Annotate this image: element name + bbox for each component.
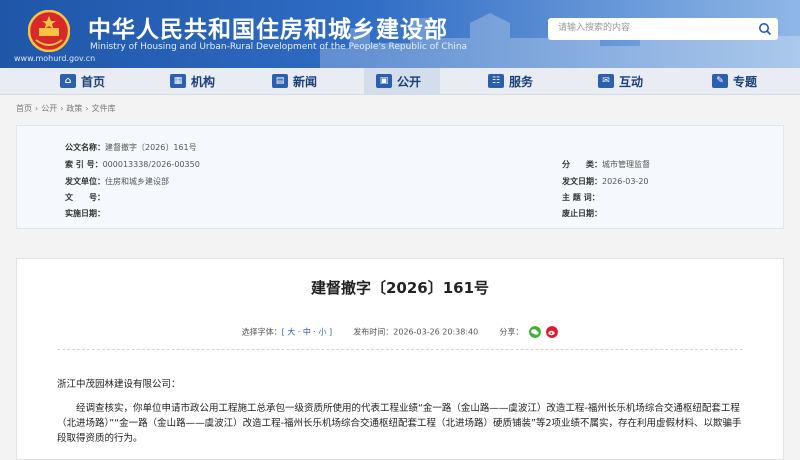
article-panel: 建督撤字〔2026〕161号 选择字体：[ 大 · 中 · 小 ] 发布时间：2… [16,258,784,460]
breadcrumb-library[interactable]: 文件库 [92,104,116,113]
nav-interact[interactable]: ✉ 互动 [598,68,658,94]
breadcrumb-policy[interactable]: 政策 [66,104,82,113]
site-title: 中华人民共和国住房和城乡建设部 [88,17,448,43]
nav-service[interactable]: ☷ 服务 [488,68,548,94]
main-nav: ⌂ 首页 ▦ 机构 ▤ 新闻 ▣ 公开 ☷ 服务 ✉ 互动 ✎ 专题 [0,68,800,95]
nav-open[interactable]: ▣ 公开 [364,68,440,94]
nav-label: 公开 [397,74,422,89]
font-size-label: 选择字体： [241,327,282,337]
publish-time: 2026-03-26 20:38:40 [393,327,479,337]
subject-label: 主 题 词： [562,193,600,202]
site-header: www.mohurd.gov.cn 中华人民共和国住房和城乡建设部 Minist… [0,0,800,68]
issuer-label: 发文单位： [65,177,105,186]
news-icon: ▤ [272,74,288,88]
search-icon[interactable] [758,22,772,36]
org-icon: ▦ [170,74,186,88]
docno-row: 文 号： [65,192,105,203]
search-box [548,18,778,40]
nav-label: 新闻 [293,74,318,89]
article-title: 建督撤字〔2026〕161号 [310,279,490,297]
date-value: 2026-03-20 [602,177,649,186]
meta-divider [57,349,743,350]
nav-home[interactable]: ⌂ 首页 [60,68,120,94]
nav-news[interactable]: ▤ 新闻 [272,68,332,94]
index-row: 索 引 号：000013338/2026-00350 [65,159,200,170]
service-icon: ☷ [488,74,504,88]
search-input[interactable] [556,22,750,34]
nav-label: 机构 [191,74,216,89]
issuer-value: 住房和城乡建设部 [105,177,169,186]
document-info-panel: 公文名称：建督撤字〔2026〕161号 索 引 号：000013338/2026… [16,125,784,229]
breadcrumb-open[interactable]: 公开 [41,104,57,113]
font-size-options[interactable]: [ 大 · 中 · 小 ] [282,328,333,337]
site-subtitle: Ministry of Housing and Urban-Rural Deve… [90,42,468,52]
publish-label: 发布时间： [353,327,394,337]
national-emblem-icon [28,10,70,52]
date-row: 发文日期：2026-03-20 [562,176,649,187]
expire-label: 废止日期： [562,209,602,218]
wechat-share-icon[interactable] [528,326,541,338]
weibo-share-icon[interactable] [546,326,559,338]
index-label: 索 引 号： [65,160,103,169]
breadcrumb: 首页 › 公开 › 政策 › 文件库 [16,104,116,113]
category-row: 分 类：城市管理监督 [562,159,650,170]
article-meta: 选择字体：[ 大 · 中 · 小 ] 发布时间：2026-03-26 20:38… [17,326,783,338]
doc-name-row: 公文名称：建督撤字〔2026〕161号 [65,142,197,153]
share-label: 分享： [499,327,524,337]
nav-label: 首页 [81,74,106,89]
topic-icon: ✎ [712,74,728,88]
home-icon: ⌂ [60,74,76,88]
effective-label: 实施日期： [65,209,105,218]
doc-name-value: 建督撤字〔2026〕161号 [105,143,197,152]
subject-row: 主 题 词： [562,192,600,203]
nav-label: 互动 [619,74,644,89]
open-icon: ▣ [376,74,392,88]
site-url: www.mohurd.gov.cn [14,54,96,63]
date-label: 发文日期： [562,177,602,186]
article-addressee: 浙江中茂园林建设有限公司： [57,379,181,390]
expire-row: 废止日期： [562,208,602,219]
breadcrumb-home[interactable]: 首页 [16,104,32,113]
interact-icon: ✉ [598,74,614,88]
effective-row: 实施日期： [65,208,105,219]
nav-org[interactable]: ▦ 机构 [170,68,230,94]
doc-name-label: 公文名称： [65,143,105,152]
category-value: 城市管理监督 [602,160,650,169]
article-paragraph: 经调查核实，你单位申请市政公用工程施工总承包一级资质所使用的代表工程业绩“金一路… [57,403,742,444]
nav-topic[interactable]: ✎ 专题 [712,68,772,94]
index-value: 000013338/2026-00350 [102,160,200,169]
docno-label: 文 号： [65,193,105,202]
issuer-row: 发文单位：住房和城乡建设部 [65,176,169,187]
nav-label: 专题 [733,74,758,89]
category-label: 分 类： [562,160,602,169]
nav-label: 服务 [509,74,534,89]
